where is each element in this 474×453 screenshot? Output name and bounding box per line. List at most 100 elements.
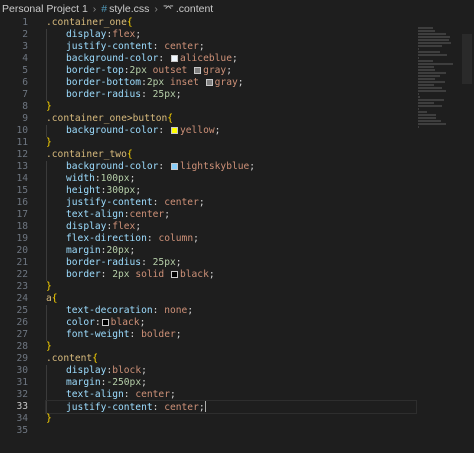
line-number: 15 [16, 185, 28, 196]
code-token: black [179, 269, 209, 280]
breadcrumb-file[interactable]: style.css [107, 3, 151, 15]
code-token: width [66, 173, 95, 184]
line-number: 30 [16, 365, 28, 376]
breadcrumb-symbol[interactable]: .content [174, 3, 215, 15]
code-line[interactable]: background-color: yellow; [46, 125, 416, 137]
code-line[interactable]: border-bottom:2px inset gray; [46, 77, 416, 89]
css-file-icon: # [101, 2, 108, 15]
code-line[interactable] [46, 425, 416, 437]
color-swatch[interactable] [170, 163, 178, 170]
code-line[interactable]: text-align:center; [46, 209, 416, 221]
code-line[interactable]: } [46, 101, 416, 113]
code-token: 2px [112, 269, 130, 280]
indent-guide [46, 41, 66, 53]
minimap-line [418, 36, 450, 38]
line-number: 24 [16, 293, 28, 304]
code-line[interactable]: border-radius: 25px; [46, 257, 416, 269]
code-line[interactable]: background-color: aliceblue; [46, 53, 416, 65]
code-line[interactable]: } [46, 341, 416, 353]
code-line[interactable]: display:flex; [46, 221, 416, 233]
code-token: ; [226, 65, 232, 76]
line-number: 1 [22, 17, 28, 28]
code-token: { [92, 353, 98, 364]
code-line[interactable]: background-color: lightskyblue; [46, 161, 416, 173]
code-token: : [100, 269, 113, 280]
scrollbar[interactable] [462, 34, 472, 84]
indent-guide [46, 365, 66, 377]
code-line[interactable]: color: black; [46, 317, 416, 329]
code-token: solid [129, 269, 170, 280]
code-line[interactable]: text-decoration: none; [46, 305, 416, 317]
minimap-line [418, 60, 433, 62]
code-line[interactable]: .container_one{ [46, 17, 416, 29]
code-token: } [46, 281, 52, 292]
code-line[interactable]: .container_one>button{ [46, 113, 416, 125]
minimap-line [418, 111, 427, 113]
line-number: 12 [16, 149, 28, 160]
code-line[interactable]: .content{ [46, 353, 416, 365]
code-token: text-decoration [66, 305, 153, 316]
breadcrumb-project[interactable]: Personal Project 1 [0, 3, 90, 15]
code-token: : [141, 89, 153, 100]
code-line[interactable]: justify-content: center; [46, 197, 416, 209]
code-token: ; [135, 185, 142, 196]
code-line[interactable]: display:block; [46, 365, 416, 377]
code-line[interactable]: a{ [46, 293, 416, 305]
code-line[interactable]: border: 2px solid black; [46, 269, 416, 281]
code-line[interactable]: text-align: center; [46, 389, 416, 401]
code-line[interactable]: margin:-250px; [46, 377, 416, 389]
code-token: ; [141, 377, 147, 388]
code-line[interactable]: } [46, 281, 416, 293]
code-token: : [129, 329, 142, 340]
code-line[interactable]: display:flex; [46, 29, 416, 41]
indent-guide [46, 389, 66, 401]
indent-guide [46, 53, 66, 65]
code-line[interactable]: font-weight: bolder; [46, 329, 416, 341]
indent-guide [46, 269, 66, 281]
code-token: ; [208, 269, 215, 280]
line-number: 11 [16, 137, 28, 148]
line-number: 33 [16, 401, 28, 412]
code-token: height [66, 185, 101, 196]
color-swatch[interactable] [205, 79, 213, 86]
color-swatch[interactable] [170, 127, 178, 134]
indent-guide [46, 401, 66, 413]
color-swatch[interactable] [101, 319, 109, 326]
line-number: 35 [16, 425, 28, 436]
code-token: : [152, 197, 165, 208]
code-token: justify-content [66, 41, 153, 52]
minimap[interactable] [418, 27, 460, 128]
chevron-right-icon: › [92, 2, 97, 15]
code-token: : [94, 317, 101, 328]
line-number: 29 [16, 353, 28, 364]
code-line[interactable]: } [46, 137, 416, 149]
minimap-line [418, 45, 442, 47]
code-token: } [46, 101, 52, 112]
indent-guide [46, 161, 66, 173]
indent-guide [46, 377, 66, 389]
code-token: -250px [106, 377, 142, 388]
code-area[interactable]: .container_one{display:flex; justify-cont… [45, 17, 417, 437]
code-token: none [164, 305, 188, 316]
code-token: ; [187, 305, 194, 316]
code-line[interactable]: justify-content: center; [46, 41, 416, 53]
code-token: ; [141, 365, 147, 376]
code-editor[interactable]: 1 2 3 4 5 6 7 8 9 10 11 12 13 14 15 16 17 18 19 20 21 22 23 24 2… [0, 17, 474, 453]
code-token: : [158, 53, 170, 64]
minimap-line [418, 63, 453, 65]
code-line[interactable]: justify-content: center; [45, 400, 417, 414]
code-line[interactable]: width:100px; [46, 173, 416, 185]
code-line[interactable]: margin:20px; [46, 245, 416, 257]
code-line[interactable]: height:300px; [46, 185, 416, 197]
indent-guide [46, 257, 66, 269]
code-line[interactable]: border-top:2px outset gray; [46, 65, 416, 77]
code-line[interactable]: flex-direction: column; [46, 233, 416, 245]
code-token: flex [112, 221, 136, 232]
color-swatch[interactable] [194, 67, 202, 74]
minimap-line [418, 75, 440, 77]
code-line[interactable]: .container_two{ [46, 149, 416, 161]
color-swatch[interactable] [170, 55, 178, 62]
color-swatch[interactable] [170, 271, 178, 278]
code-line[interactable]: } [46, 413, 416, 425]
code-line[interactable]: border-radius: 25px; [46, 89, 416, 101]
